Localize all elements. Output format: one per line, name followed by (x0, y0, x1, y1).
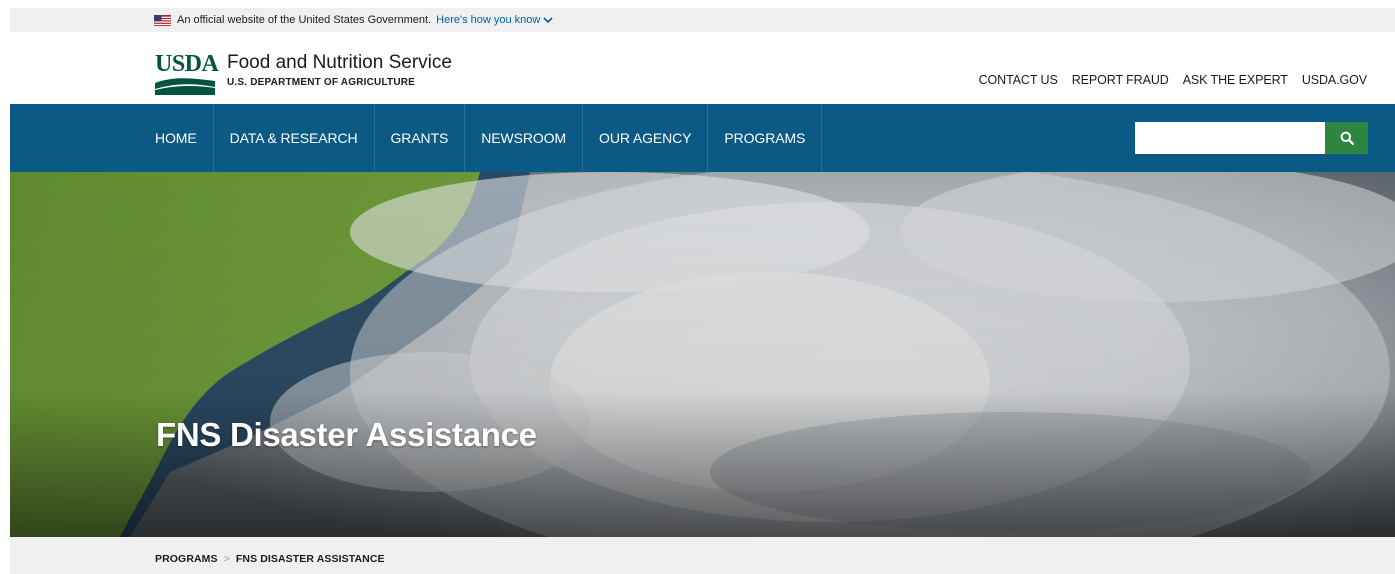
ask-the-expert-link[interactable]: ASK THE EXPERT (1183, 73, 1288, 87)
site-logo[interactable]: USDA Food and Nutrition Service U.S. DEP… (155, 52, 452, 96)
heres-how-you-know-label: Here's how you know (436, 14, 541, 26)
usda-logo-text: USDA (155, 51, 219, 77)
department-name: U.S. DEPARTMENT OF AGRICULTURE (227, 77, 416, 88)
hero-banner: FNS Disaster Assistance (10, 172, 1395, 537)
usda-gov-link[interactable]: USDA.GOV (1302, 73, 1367, 87)
breadcrumb: PROGRAMS > FNS DISASTER ASSISTANCE (155, 553, 385, 565)
nav-item-programs[interactable]: PROGRAMS (708, 104, 823, 172)
usda-logo: USDA (155, 51, 219, 96)
site-header: USDA Food and Nutrition Service U.S. DEP… (10, 32, 1395, 104)
contact-us-link[interactable]: CONTACT US (979, 73, 1058, 87)
nav-item-our-agency[interactable]: OUR AGENCY (583, 104, 709, 172)
gov-banner-content: An official website of the United States… (154, 13, 553, 27)
search-input[interactable] (1135, 122, 1325, 154)
breadcrumb-programs[interactable]: PROGRAMS (155, 553, 218, 565)
hurricane-satellite-image (10, 172, 1395, 537)
main-nav-list: HOME DATA & RESEARCH GRANTS NEWSROOM OUR… (145, 104, 823, 172)
nav-item-newsroom[interactable]: NEWSROOM (465, 104, 584, 172)
chevron-down-icon (543, 16, 553, 23)
nav-item-grants[interactable]: GRANTS (375, 104, 466, 172)
gov-banner: An official website of the United States… (10, 8, 1395, 32)
heres-how-you-know-link[interactable]: Here's how you know (436, 14, 553, 26)
page-title: FNS Disaster Assistance (156, 416, 537, 453)
breadcrumb-separator: > (223, 553, 230, 565)
nav-item-home[interactable]: HOME (145, 104, 214, 172)
search-button[interactable] (1325, 122, 1368, 154)
report-fraud-link[interactable]: REPORT FRAUD (1072, 73, 1169, 87)
search-icon (1340, 131, 1354, 145)
usda-wave-icon (155, 78, 215, 95)
utility-nav: CONTACT US REPORT FRAUD ASK THE EXPERT U… (979, 73, 1367, 87)
breadcrumb-current: FNS DISASTER ASSISTANCE (235, 553, 385, 565)
breadcrumb-bar: PROGRAMS > FNS DISASTER ASSISTANCE (10, 537, 1395, 574)
main-nav: HOME DATA & RESEARCH GRANTS NEWSROOM OUR… (10, 104, 1395, 172)
agency-name: Food and Nutrition Service (227, 52, 452, 73)
nav-item-data-research[interactable]: DATA & RESEARCH (214, 104, 375, 172)
us-flag-icon (154, 14, 171, 26)
agency-title: Food and Nutrition Service U.S. DEPARTME… (227, 52, 452, 90)
gov-banner-text: An official website of the United States… (177, 14, 432, 26)
